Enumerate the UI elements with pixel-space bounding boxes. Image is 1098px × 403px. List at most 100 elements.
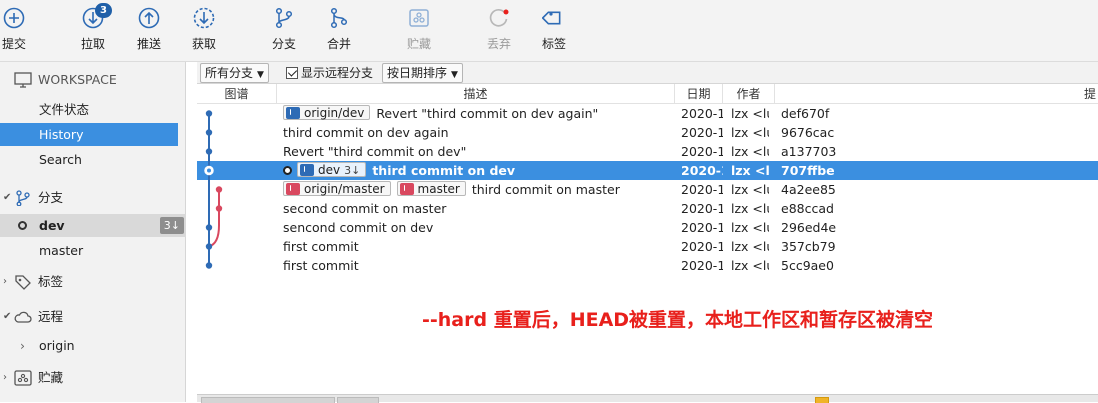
- stash-icon: [409, 9, 429, 27]
- discard-label: 丢弃: [486, 37, 511, 51]
- branch-icon: [286, 183, 300, 195]
- commit-row[interactable]: first commit 2020-1 lzx <lu 357cb79: [197, 237, 1098, 256]
- remote-origin-label: origin: [39, 338, 75, 353]
- branch-dev-label: dev: [39, 218, 65, 233]
- branches-label: 分支: [38, 190, 64, 205]
- bottom-tab[interactable]: [337, 397, 379, 403]
- fetch-icon: [193, 7, 215, 29]
- branch-tag[interactable]: origin/dev: [283, 105, 371, 120]
- branch-filter-value: 所有分支: [205, 66, 254, 80]
- discard-button[interactable]: 丢弃: [473, 6, 525, 56]
- sidebar-item-search[interactable]: Search: [0, 148, 186, 171]
- commit-hash: 357cb79: [781, 239, 836, 254]
- branch-button[interactable]: 分支: [258, 6, 310, 56]
- stashes-header[interactable]: › 贮藏: [0, 366, 186, 390]
- commit-row[interactable]: Revert "third commit on dev" 2020-1 lzx <l…: [197, 142, 1098, 161]
- branch-tag[interactable]: origin/master: [283, 181, 391, 196]
- annotation-text: --hard 重置后，HEAD被重置，本地工作区和暂存区被清空: [422, 309, 934, 331]
- commit-label: 提交: [1, 37, 26, 51]
- tag-button[interactable]: 标签: [528, 6, 580, 56]
- commit-author: lzx <lu: [731, 258, 769, 273]
- branch-tag-label: origin/master: [304, 182, 385, 196]
- chevron-right-icon: ›: [20, 338, 25, 353]
- sidebar-item-remote-origin[interactable]: › origin: [0, 334, 186, 357]
- head-marker-icon: [283, 166, 292, 175]
- branch-tag-label: dev: [318, 163, 341, 177]
- commit-row[interactable]: third commit on dev again 2020-1 lzx <lu 96…: [197, 123, 1098, 142]
- sidebar-item-branch-master[interactable]: master: [0, 239, 186, 262]
- chevron-right-icon: ›: [3, 276, 7, 287]
- commit-node: [205, 224, 213, 231]
- stash-label: 贮藏: [406, 37, 431, 51]
- commit-node: [215, 186, 223, 193]
- column-description[interactable]: 描述: [277, 84, 675, 104]
- sidebar-item-history[interactable]: History: [0, 123, 178, 146]
- commit-hash: 4a2ee85: [781, 182, 836, 197]
- bottom-tab[interactable]: [201, 397, 335, 403]
- pull-count-badge: 3: [95, 3, 112, 18]
- commit-row[interactable]: origin/dev Revert "third commit on dev ag…: [197, 104, 1098, 123]
- toolbar: 提交 3 拉取 推送 获取 分支 合并 贮藏 丢弃 标签: [0, 0, 1098, 62]
- commit-message: Revert "third commit on dev again": [376, 106, 599, 121]
- branch-tag[interactable]: dev 3↓: [297, 162, 367, 177]
- commit-node: [205, 262, 213, 269]
- chevron-down-icon: ✔: [3, 311, 12, 322]
- sidebar-item-branch-dev[interactable]: dev 3↓: [0, 214, 186, 237]
- commit-message: first commit: [283, 258, 359, 273]
- chevron-down-icon: ▼: [451, 70, 458, 80]
- chevron-right-icon: ›: [3, 372, 7, 383]
- branch-filter-dropdown[interactable]: 所有分支 ▼: [200, 63, 269, 83]
- commit-node: [205, 243, 213, 250]
- commit-description: origin/dev Revert "third commit on dev ag…: [283, 104, 673, 123]
- column-graph[interactable]: 图谱: [197, 84, 277, 104]
- branch-tag[interactable]: master: [396, 181, 466, 196]
- column-commit[interactable]: 提: [775, 84, 1098, 104]
- commit-date: 2020-1: [681, 258, 723, 273]
- merge-icon: [330, 7, 348, 29]
- commit-hash: 707ffbe: [781, 163, 835, 178]
- branch-label: 分支: [271, 37, 296, 51]
- commit-node-head: [207, 168, 211, 173]
- commit-node: [215, 205, 223, 212]
- commit-row[interactable]: origin/master master third commit on maste…: [197, 180, 1098, 199]
- commit-row[interactable]: sencond commit on dev 2020-1 lzx <lu 296ed4…: [197, 218, 1098, 237]
- commit-author: lzx <lu: [731, 239, 769, 254]
- remotes-header[interactable]: ✔ 远程: [0, 305, 186, 329]
- column-author[interactable]: 作者: [723, 84, 775, 104]
- commit-row[interactable]: dev3↓ third commit on dev 2020-1 lzx <lu 707…: [197, 161, 1098, 180]
- commit-row[interactable]: second commit on master 2020-1 lzx <lu e88c…: [197, 199, 1098, 218]
- show-remote-branches-checkbox[interactable]: 显示远程分支: [286, 63, 373, 83]
- commit-message: second commit on master: [283, 201, 447, 216]
- commit-author: lzx <lu: [731, 182, 769, 197]
- push-label: 推送: [136, 37, 161, 51]
- tags-header[interactable]: › 标签: [0, 270, 186, 294]
- fetch-button[interactable]: 获取: [178, 6, 230, 56]
- stash-button[interactable]: 贮藏: [393, 6, 445, 56]
- commit-row[interactable]: first commit 2020-1 lzx <lu 5cc9ae0: [197, 256, 1098, 275]
- commit-graph: [204, 110, 223, 269]
- push-button[interactable]: 推送: [123, 6, 175, 56]
- history-label: History: [39, 127, 84, 142]
- commit-button[interactable]: 提交: [0, 6, 40, 56]
- chevron-down-icon: ✔: [3, 192, 12, 203]
- commit-author: lzx <lu: [731, 106, 769, 121]
- column-date[interactable]: 日期: [675, 84, 723, 104]
- sidebar: WORKSPACE 文件状态 History Search ✔ 分支 dev 3…: [0, 62, 186, 402]
- branches-header[interactable]: ✔ 分支: [0, 186, 186, 210]
- commit-date: 2020-1: [681, 182, 723, 197]
- commit-date: 2020-1: [681, 201, 723, 216]
- commit-node: [205, 110, 213, 117]
- commit-date: 2020-1: [681, 163, 723, 178]
- stashes-label: 贮藏: [38, 370, 64, 385]
- pull-button[interactable]: 3 拉取: [67, 3, 119, 56]
- commit-author: lzx <lu: [731, 201, 769, 216]
- sort-dropdown[interactable]: 按日期排序 ▼: [382, 63, 463, 83]
- branch-tag-label: origin/dev: [304, 106, 365, 120]
- branch-icon: [399, 183, 414, 195]
- commit-node: [205, 129, 213, 136]
- merge-button[interactable]: 合并: [313, 6, 365, 56]
- workspace-header[interactable]: WORKSPACE: [0, 68, 186, 92]
- current-branch-icon: [18, 221, 27, 230]
- cloud-icon: [14, 311, 32, 323]
- sidebar-item-file-status[interactable]: 文件状态: [0, 98, 186, 121]
